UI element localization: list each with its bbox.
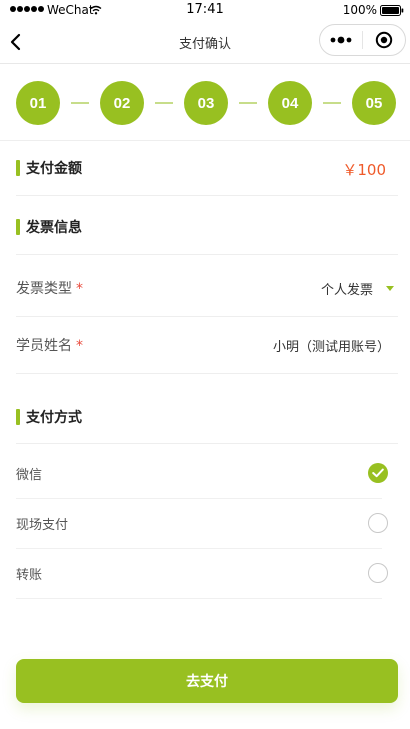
required-mark: * — [76, 338, 83, 354]
required-mark: * — [76, 281, 83, 297]
student-name-value[interactable]: 小明（测试用账号） — [273, 336, 390, 355]
section-accent-bar — [16, 219, 20, 235]
payment-option-label: 转账 — [16, 568, 43, 583]
close-miniprogram-icon[interactable] — [363, 25, 405, 55]
payment-section-title: 支付方式 — [26, 410, 82, 426]
more-icon[interactable] — [320, 25, 362, 55]
amount-section-header: 支付金额 — [16, 158, 82, 178]
step-connector — [155, 102, 173, 104]
go-pay-button[interactable]: 去支付 — [16, 659, 398, 703]
invoice-section-title: 发票信息 — [26, 220, 82, 236]
invoice-type-select[interactable]: 个人发票 — [321, 279, 373, 298]
radio-unchecked-icon[interactable] — [368, 513, 388, 533]
step-1: 01 — [16, 81, 60, 125]
divider — [0, 140, 410, 141]
invoice-type-label: 发票类型 * — [16, 281, 83, 297]
step-3: 03 — [184, 81, 228, 125]
battery-icon — [380, 5, 404, 16]
payment-option-transfer[interactable]: 转账 — [16, 548, 398, 598]
step-connector — [239, 102, 257, 104]
payment-option-wechat[interactable]: 微信 — [16, 448, 398, 498]
divider — [16, 195, 398, 196]
divider — [16, 316, 398, 317]
step-connector — [323, 102, 341, 104]
step-connector — [71, 102, 89, 104]
step-4: 04 — [268, 81, 312, 125]
invoice-section-header: 发票信息 — [16, 217, 82, 237]
divider — [16, 598, 382, 599]
battery-percent: 100% — [342, 3, 377, 17]
dropdown-caret-icon[interactable] — [386, 286, 394, 291]
mini-program-capsule — [319, 24, 406, 56]
step-5: 05 — [352, 81, 396, 125]
step-2: 02 — [100, 81, 144, 125]
section-accent-bar — [16, 160, 20, 176]
nav-bar: 支付确认 — [0, 20, 410, 64]
payment-amount: ￥100 — [342, 161, 386, 179]
status-bar: WeChat 17:41 100% — [0, 0, 410, 20]
step-indicator: 01 02 03 04 05 — [16, 80, 396, 126]
amount-section-title: 支付金额 — [26, 161, 82, 177]
payment-option-onsite[interactable]: 现场支付 — [16, 498, 398, 548]
radio-checked-icon[interactable] — [368, 463, 388, 483]
student-name-label: 学员姓名 * — [16, 338, 83, 354]
divider — [16, 254, 398, 255]
radio-unchecked-icon[interactable] — [368, 563, 388, 583]
payment-option-label: 微信 — [16, 468, 43, 483]
payment-option-label: 现场支付 — [16, 518, 69, 533]
payment-section-header: 支付方式 — [16, 407, 82, 427]
divider — [16, 443, 398, 444]
divider — [16, 373, 398, 374]
section-accent-bar — [16, 409, 20, 425]
